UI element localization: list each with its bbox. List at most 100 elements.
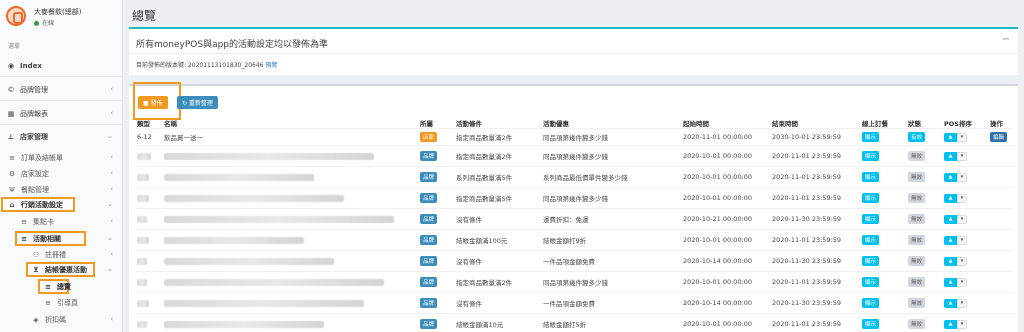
cell-owner: 店家 [418,128,454,146]
cell-start: 2020-10-01 00:00:00 [681,229,770,251]
pos-dropdown-button[interactable]: ▾ [957,173,967,182]
cell-action [988,313,1013,332]
collapse-button[interactable]: − [1002,34,1010,45]
sidebar-item-index[interactable]: ◉ Index [0,58,123,74]
sitemap-icon: ⊥ [7,133,15,141]
redacted-type [137,320,147,328]
cell-condition: 沒有條件 [454,292,541,314]
online-badge[interactable]: 顯示 [862,172,880,182]
sidebar-item-store-settings[interactable]: ⚙ 店家設定 ‹ [0,166,123,182]
status-badge: 無效 [908,319,926,330]
sidebar-item-point-card[interactable]: ≡ 集點卡 ‹ [0,214,123,230]
notice-title: 所有moneyPOS與app的活動設定均以發佈為準 [136,40,329,50]
cell-condition: 結帳金額滿10元 [454,313,541,332]
pos-dropdown-button[interactable]: ▾ [957,299,967,308]
online-badge[interactable]: 顯示 [862,193,880,203]
cell-benefit: 一件品項金額免費 [541,250,681,272]
refresh-button[interactable]: ↻ 重新整理 [177,96,218,109]
cell-name [162,166,418,188]
sidebar-item-orders[interactable]: ≡ 訂單及結帳單 ‹ [0,150,123,166]
move-up-button[interactable]: ▲ [944,299,957,308]
move-up-button[interactable]: ▲ [944,320,957,330]
sidebar-item-brand-reports[interactable]: ▦ 品牌報表 ‹ [0,106,123,122]
cell-name [162,145,418,167]
sidebar-item-checkout-promo[interactable]: ⊻ 結帳優惠活動 ⌄ [0,262,123,278]
sidebar-item-brand-management[interactable]: © 品牌管理 ‹ [0,82,123,98]
move-up-button[interactable]: ▲ [944,278,957,287]
move-up-button[interactable]: ▲ [944,133,957,142]
move-up-button[interactable]: ▲ [944,152,957,161]
redacted-type [137,278,147,286]
pos-dropdown-button[interactable]: ▾ [957,194,967,203]
cell-action [988,187,1013,209]
cell-owner: 品牌 [418,208,454,230]
move-up-button[interactable]: ▲ [944,257,957,266]
chevron-left-icon: ‹ [110,315,113,323]
sidebar-item-events[interactable]: ≡ 活動相關 ⌄ [0,231,123,247]
copyright-icon: © [7,86,15,94]
cell-status: 無效 [906,229,942,251]
online-badge[interactable]: 顯示 [862,235,880,245]
sidebar-item-overview[interactable]: ≡ 總覽 [0,279,123,295]
redacted-type [137,173,149,181]
sidebar-item-discount-code[interactable]: ◈ 折扣碼 ‹ [0,312,123,328]
gift-icon: ⌂ [9,201,15,209]
sidebar-item-marketing-settings[interactable]: ⌂ 行銷活動設定 ⌄ [0,197,123,213]
cell-start: 2020-10-01 00:00:00 [681,187,770,209]
publish-button[interactable]: ■ 發佈 [138,96,168,109]
preview-link[interactable]: 預覽 [265,62,277,69]
table-row: 6-12 飲品買一送一 店家 指定商品數量滿2件 同品項第幾件變多少錢 2020-11-0… [135,128,1013,146]
move-up-button[interactable]: ▲ [944,236,957,245]
sidebar-item-signup-gift[interactable]: ⚇ 註冊禮 ‹ [0,247,123,263]
owner-badge: 品牌 [420,235,438,245]
online-dot-icon [34,21,39,26]
col-status: 狀態 [908,120,921,128]
col-condition: 活動條件 [456,120,482,128]
online-badge[interactable]: 顯示 [862,151,880,161]
online-badge[interactable]: 顯示 [862,277,880,287]
pos-dropdown-button[interactable]: ▾ [957,133,967,142]
status-badge: 無效 [908,298,926,308]
cell-benefit: 同品項第幾件變多少錢 [541,187,681,209]
online-badge[interactable]: 顯示 [862,319,880,330]
brand-name: 大麥餐飲(總部) [34,8,82,16]
online-badge[interactable]: 顯示 [862,298,880,308]
cell-start: 2020-10-01 00:00:00 [681,145,770,167]
pos-dropdown-button[interactable]: ▾ [957,152,967,161]
cell-status: 無效 [906,145,942,167]
sidebar-item-store-management[interactable]: ⊥ 店家管理 ⌄ [0,129,123,145]
pos-dropdown-button[interactable]: ▾ [957,278,967,287]
pos-dropdown-button[interactable]: ▾ [957,236,967,245]
cell-start: 2020-10-21 00:00:00 [681,208,770,230]
cell-end: 2020-11-01 23:59:59 [770,166,860,188]
pos-dropdown-button[interactable]: ▾ [957,320,967,330]
move-up-button[interactable]: ▲ [944,215,957,224]
cell-status: 有效 [906,128,942,146]
online-badge[interactable]: 顯示 [862,256,880,266]
pos-dropdown-button[interactable]: ▾ [957,257,967,266]
edit-button[interactable]: 編輯 [990,132,1008,142]
move-up-button[interactable]: ▲ [944,194,957,203]
status-badge: 無效 [908,172,926,182]
chevron-left-icon: ‹ [110,185,113,193]
cell-start: 2020-10-14 00:00:00 [681,292,770,314]
online-badge[interactable]: 顯示 [862,214,880,224]
cell-type [135,208,162,230]
sidebar-item-guide-page[interactable]: ≡ 引導頁 [0,295,123,311]
cell-benefit: 系列商品最低價單件變多少錢 [541,166,681,188]
cell-type: 6-12 [135,128,162,146]
pos-dropdown-button[interactable]: ▾ [957,215,967,224]
chevron-left-icon: ‹ [110,109,113,117]
move-up-button[interactable]: ▲ [944,173,957,182]
cell-owner: 品牌 [418,250,454,272]
cell-start: 2020-10-01 00:00:00 [681,166,770,188]
online-badge[interactable]: 顯示 [862,132,880,142]
table-row: 品牌 結帳金額滿100元 結帳金額打9折 2020-10-01 00:00:00 202… [135,229,1013,251]
sidebar-item-meal-management[interactable]: Ψ 餐點管理 ‹ [0,182,123,198]
list-icon: ≡ [45,299,51,307]
redacted-type [137,215,147,223]
sidebar: 大麥餐飲(總部) 在線 選單 ◉ Index © 品牌管理 ‹ ▦ 品牌報表 ‹ ⊥ 店家管… [0,0,123,332]
cell-name [162,271,418,293]
cell-name [162,187,418,209]
cell-pos-order: ▲ ▾ [942,128,988,146]
